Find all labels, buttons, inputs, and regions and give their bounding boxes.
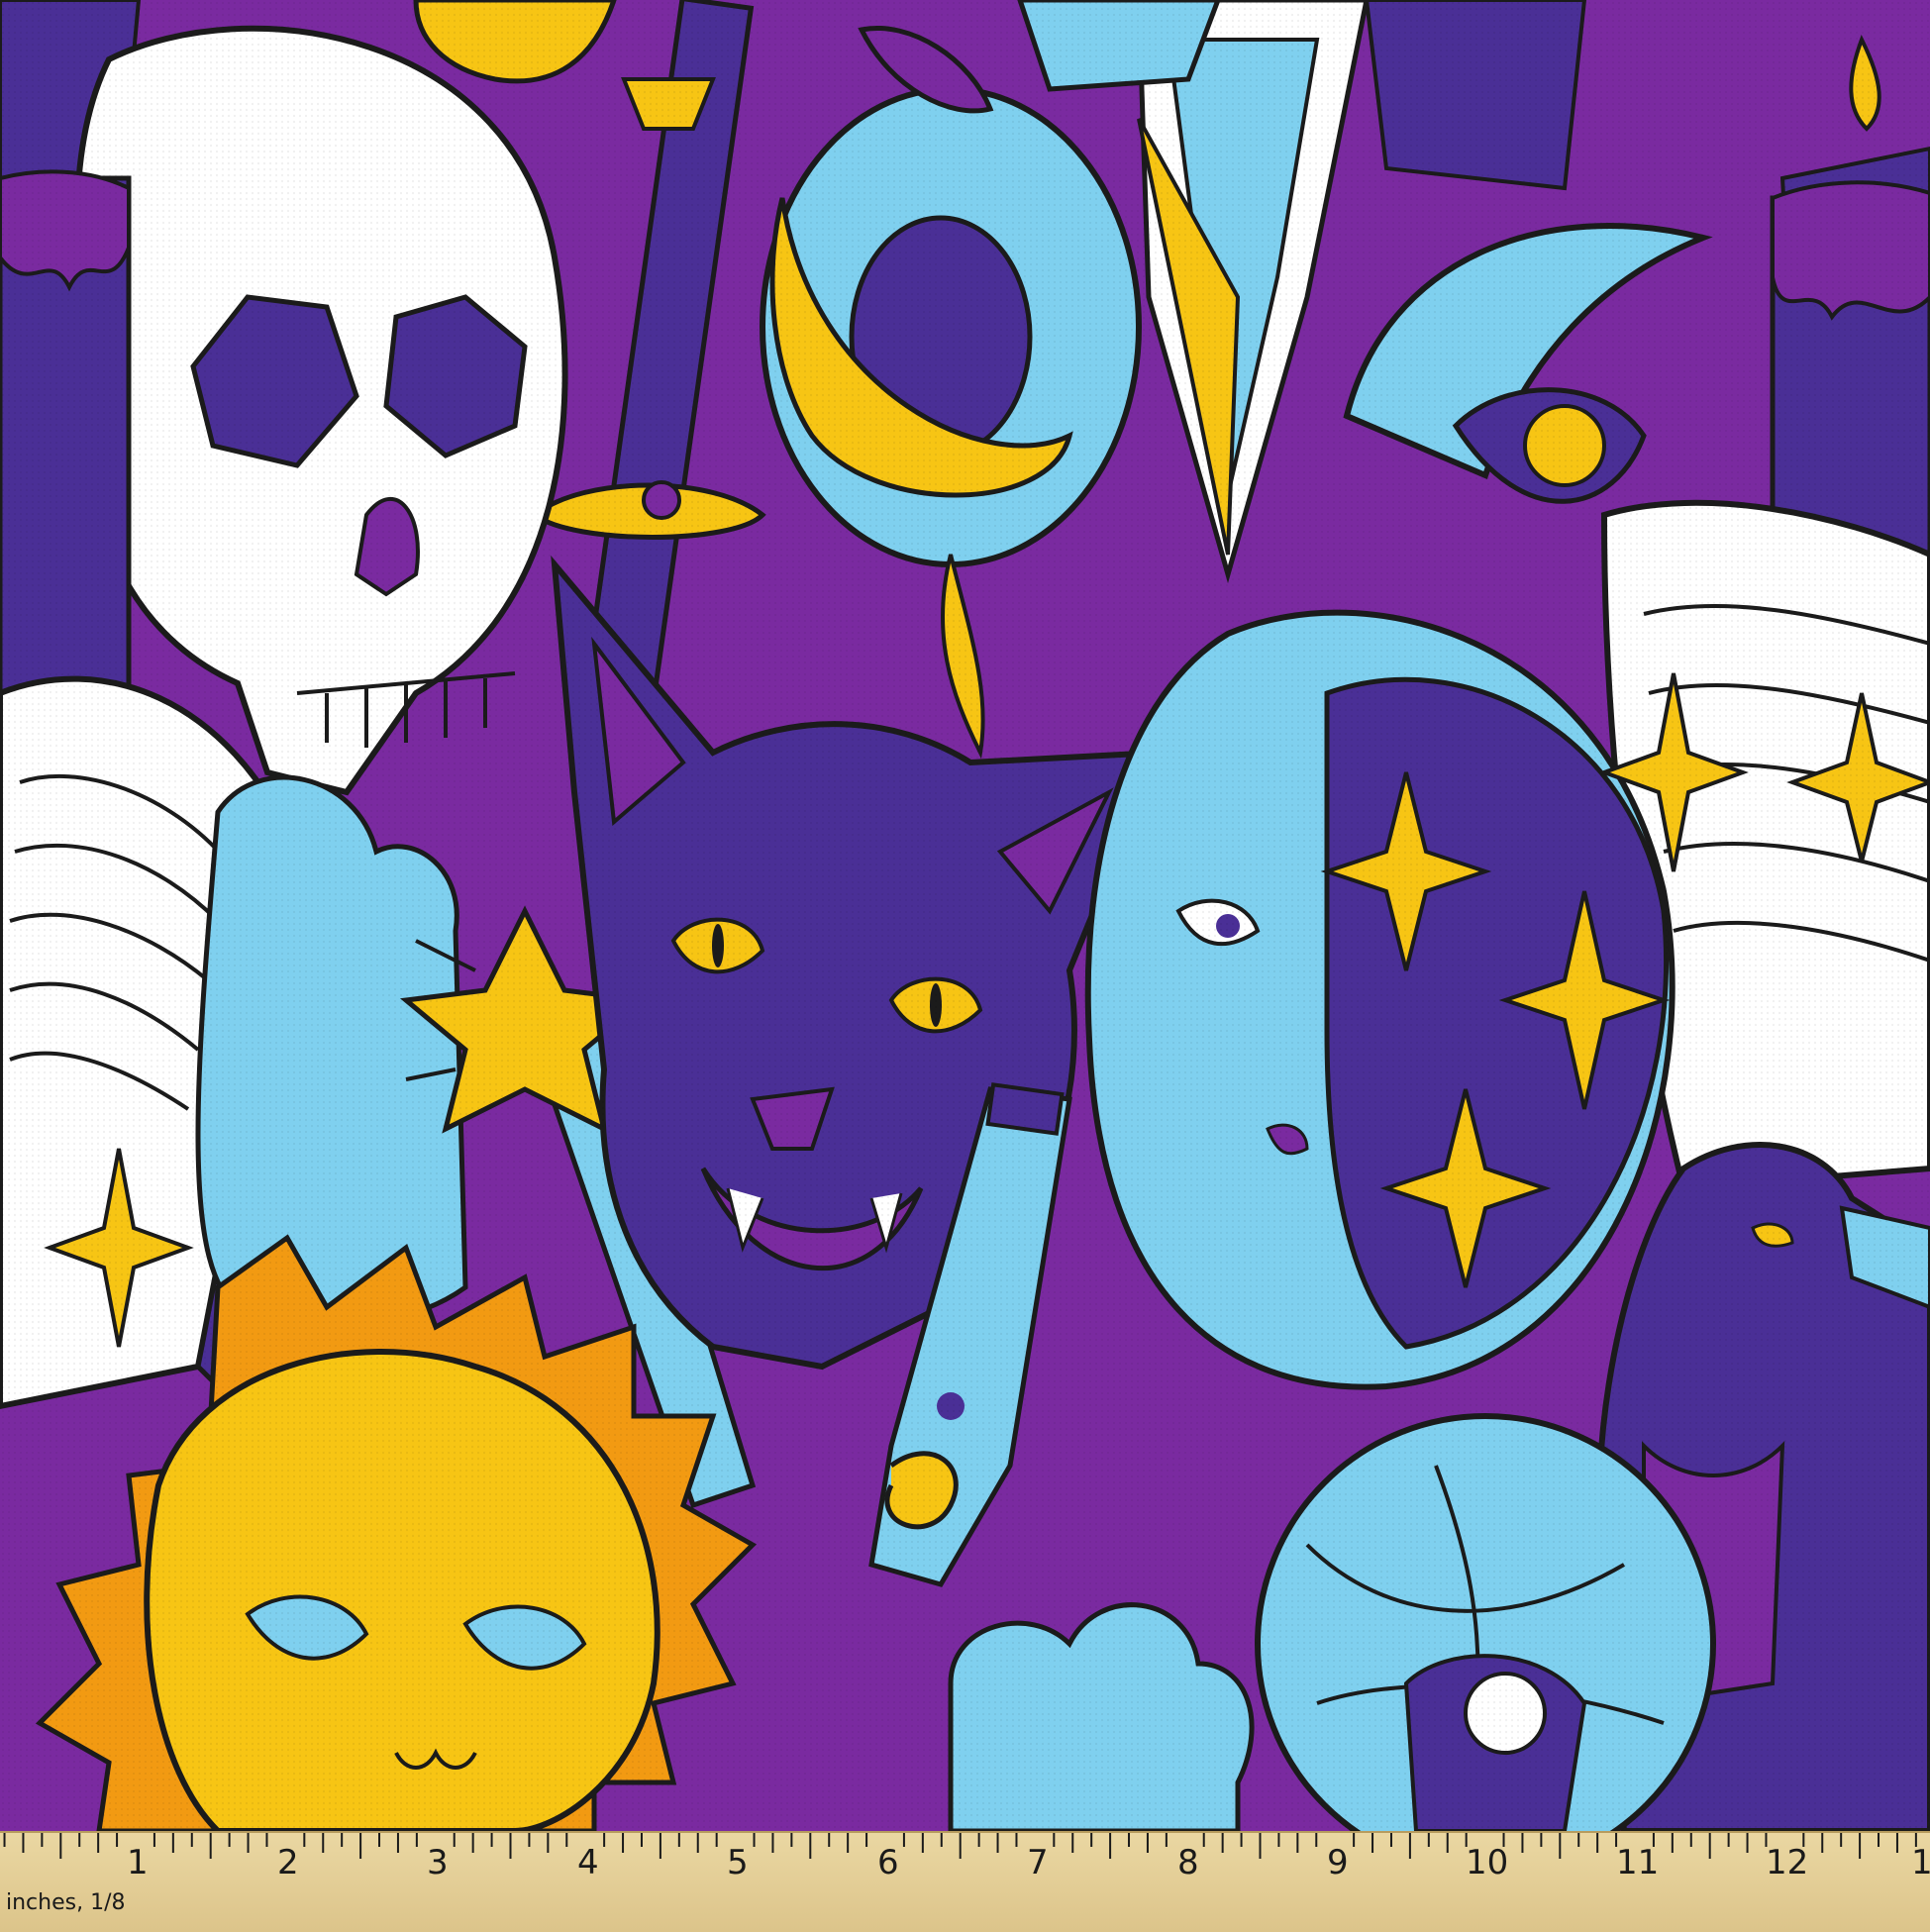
ruler-number: 2 — [277, 1843, 299, 1882]
ruler-number: 10 — [1466, 1843, 1509, 1882]
ruler-number: 12 — [1766, 1843, 1809, 1882]
fabric-illustration — [0, 0, 1930, 1875]
ruler-number: 8 — [1177, 1843, 1199, 1882]
fabric-print — [0, 0, 1930, 1930]
ruler-number: 4 — [577, 1843, 599, 1882]
ruler-number: 3 — [427, 1843, 449, 1882]
ruler-number: 6 — [877, 1843, 899, 1882]
ruler-number: 1 — [1911, 1843, 1930, 1882]
ruler-number: 1 — [127, 1843, 149, 1882]
ruler-number: 5 — [727, 1843, 749, 1882]
ruler-number: 9 — [1327, 1843, 1349, 1882]
ruler-unit-label: inches, 1/8 — [6, 1890, 126, 1915]
measuring-ruler: inches, 1/8 1 2 3 4 5 6 7 8 9 10 11 12 1 — [0, 1831, 1930, 1932]
ruler-number: 11 — [1616, 1843, 1660, 1882]
ruler-number: 7 — [1027, 1843, 1049, 1882]
